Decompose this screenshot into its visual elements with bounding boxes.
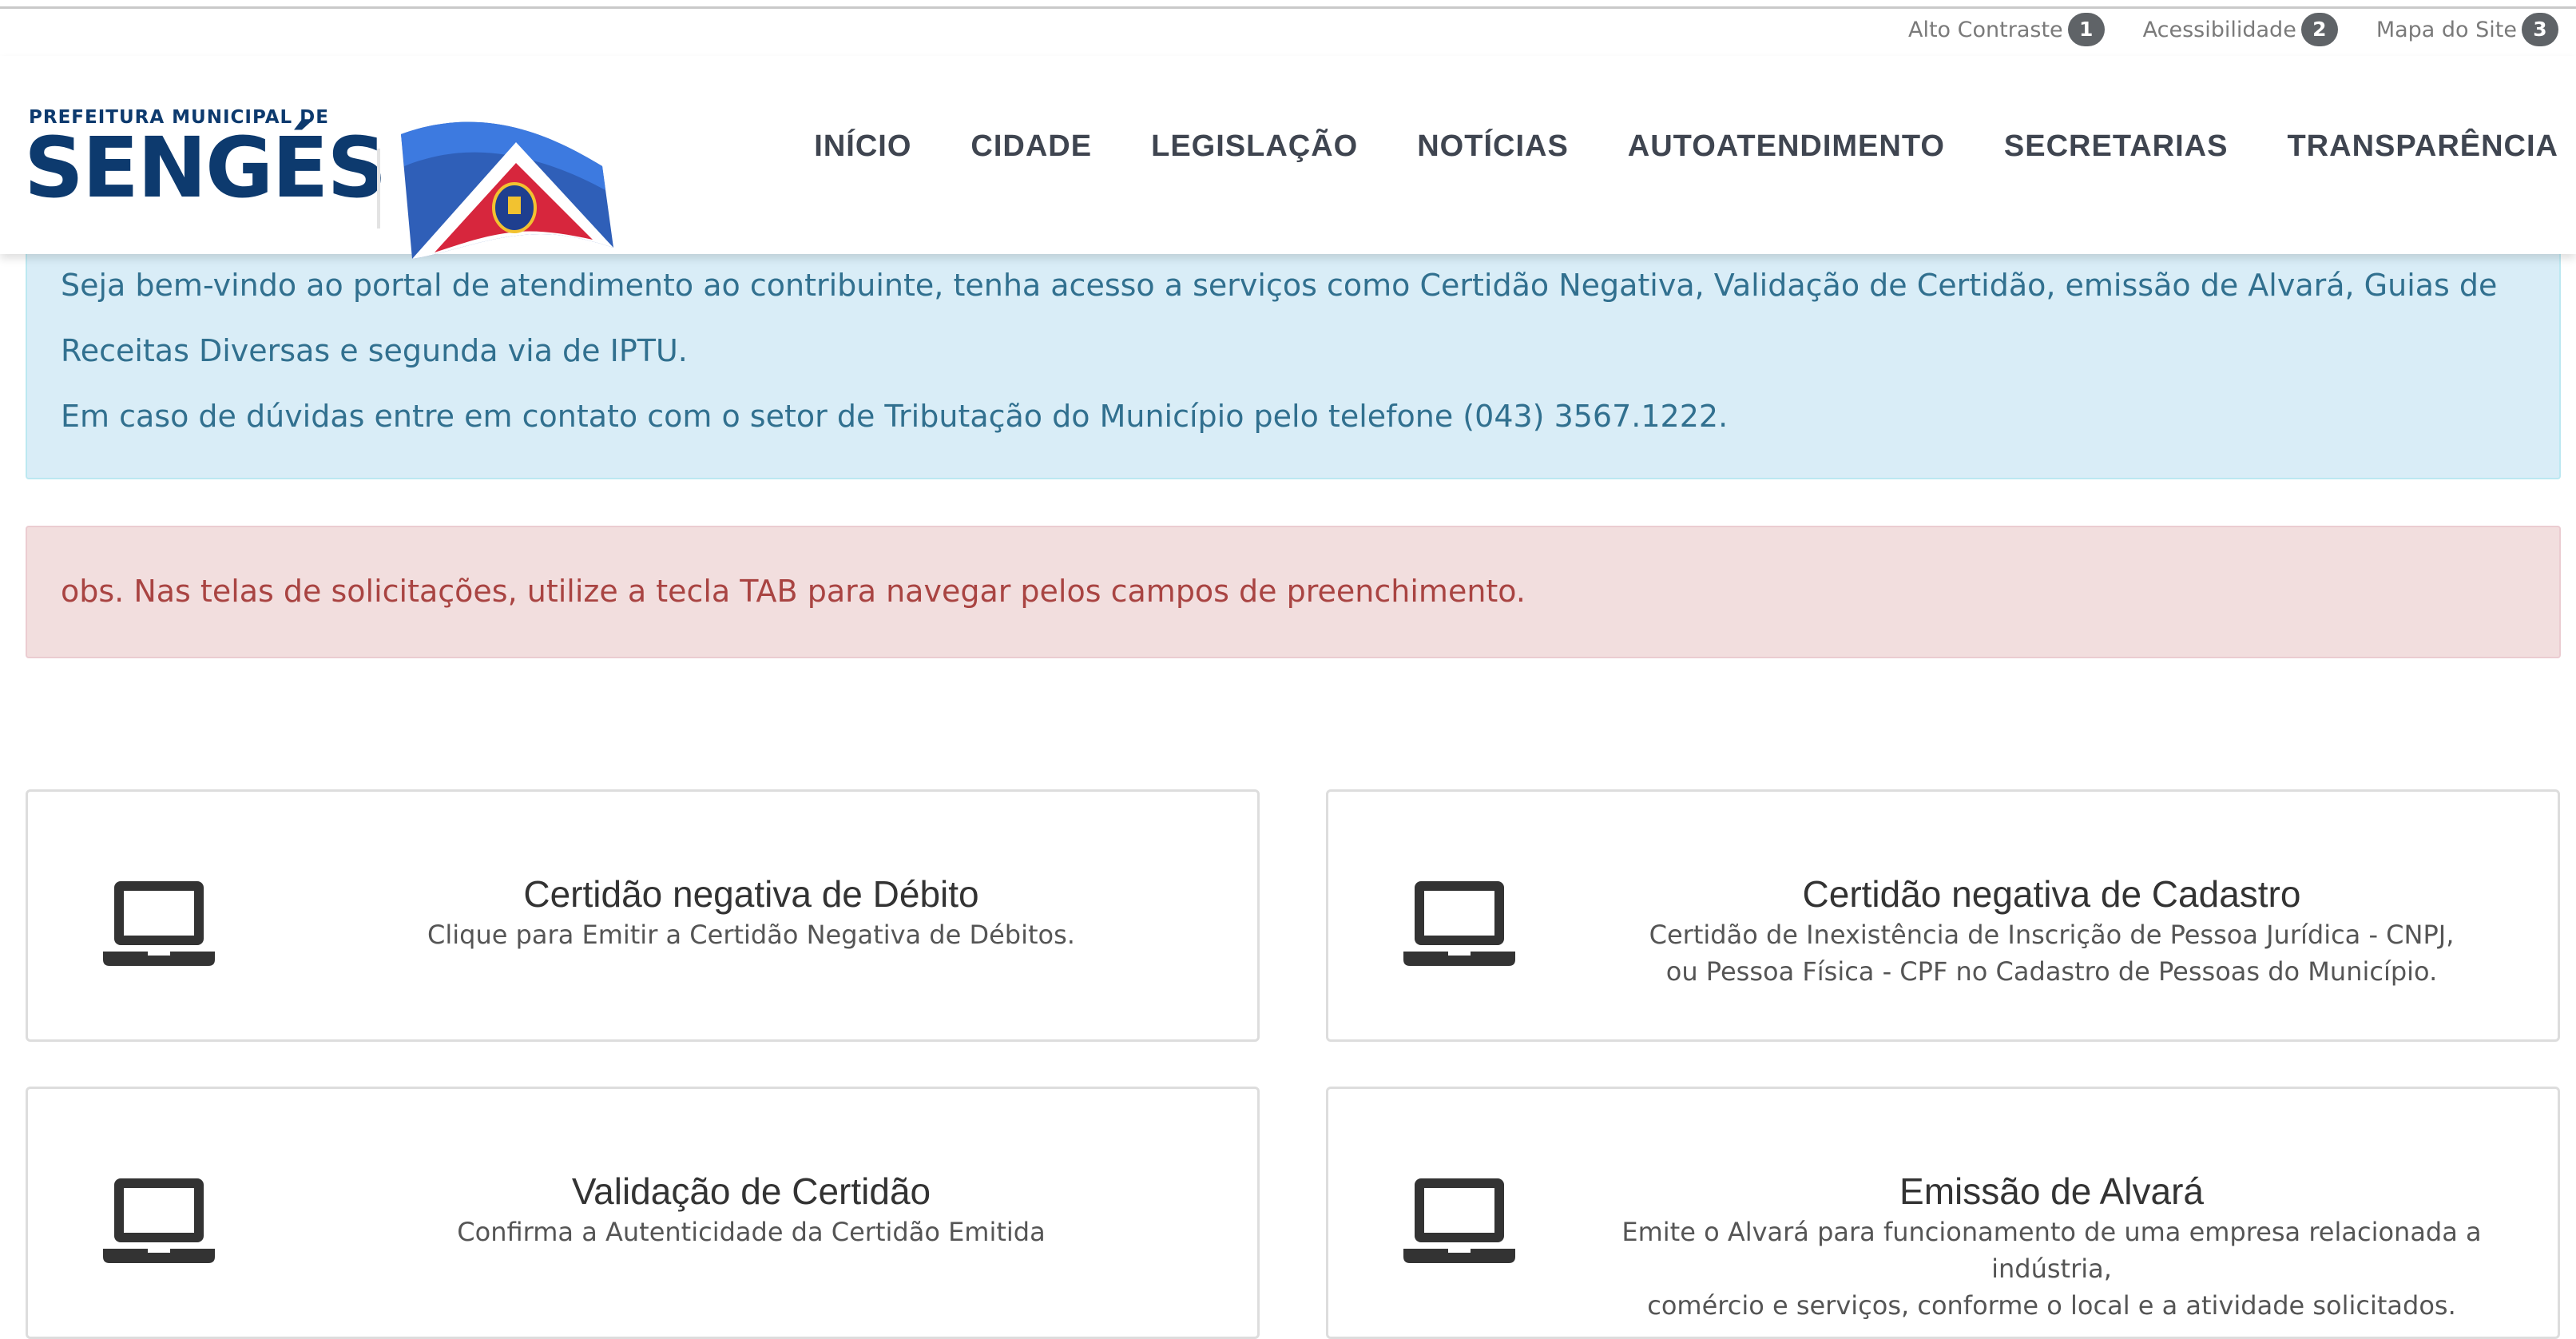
service-card-certidao-cadastro[interactable]: Certidão negativa de Cadastro Certidão d… (1326, 789, 2560, 1042)
service-card-validacao-certidao[interactable]: Validação de Certidão Confirma a Autenti… (26, 1087, 1260, 1339)
site-logo[interactable]: PREFEITURA MUNICIPAL DE SENGÉS (24, 85, 615, 259)
main-nav: INÍCIO CIDADE LEGISLAÇÃO NOTÍCIAS AUTOAT… (814, 129, 2558, 164)
laptop-icon (103, 881, 215, 966)
service-description: Confirma a Autenticidade da Certidão Emi… (457, 1217, 1046, 1247)
laptop-icon (103, 1178, 215, 1263)
tab-navigation-notice: obs. Nas telas de solicitações, utilize … (26, 526, 2561, 658)
site-header: PREFEITURA MUNICIPAL DE SENGÉS INÍCIO CI… (0, 56, 2576, 259)
sitemap-label: Mapa do Site (2376, 17, 2517, 42)
service-description-line-2: ou Pessoa Física - CPF no Cadastro de Pe… (1665, 956, 2438, 987)
accessibility-shortcut-badge: 2 (2300, 13, 2338, 46)
high-contrast-link[interactable]: Alto Contraste 1 (1908, 13, 2105, 46)
service-card-text: Emissão de Alvará Emite o Alvará para fu… (1560, 1169, 2543, 1324)
laptop-icon (1403, 881, 1515, 966)
notice-text: obs. Nas telas de solicitações, utilize … (61, 574, 1526, 609)
nav-item-inicio[interactable]: INÍCIO (814, 129, 911, 164)
service-title: Emissão de Alvará (1899, 1170, 2204, 1212)
laptop-icon (1403, 1178, 1515, 1263)
nav-item-autoatendimento[interactable]: AUTOATENDIMENTO (1628, 129, 1945, 164)
service-title: Certidão negativa de Cadastro (1802, 873, 2301, 915)
service-title: Validação de Certidão (571, 1170, 931, 1212)
welcome-info-alert: Seja bem-vindo ao portal de atendimento … (26, 240, 2561, 479)
welcome-text: Seja bem-vindo ao portal de atendimento … (61, 268, 2498, 368)
logo-divider (377, 149, 380, 228)
top-rule (0, 6, 2576, 9)
service-description: Clique para Emitir a Certidão Negativa d… (427, 920, 1075, 950)
service-description-line-1: Certidão de Inexistência de Inscrição de… (1649, 920, 2455, 950)
accessibility-bar: Alto Contraste 1 Acessibilidade 2 Mapa d… (1908, 13, 2558, 46)
service-card-text: Certidão negativa de Cadastro Certidão d… (1560, 872, 2543, 990)
high-contrast-label: Alto Contraste (1908, 17, 2063, 42)
sitemap-link[interactable]: Mapa do Site 3 (2376, 13, 2558, 46)
accessibility-label: Acessibilidade (2142, 17, 2296, 42)
service-title: Certidão negativa de Débito (523, 873, 979, 915)
contact-text: Em caso de dúvidas entre em contato com … (61, 399, 1729, 434)
page: Alto Contraste 1 Acessibilidade 2 Mapa d… (0, 0, 2576, 1339)
sitemap-shortcut-badge: 3 (2522, 13, 2558, 46)
service-description-line-2: comércio e serviços, conforme o local e … (1647, 1290, 2456, 1321)
nav-item-secretarias[interactable]: SECRETARIAS (2004, 129, 2229, 164)
nav-item-noticias[interactable]: NOTÍCIAS (1417, 129, 1569, 164)
high-contrast-shortcut-badge: 1 (2067, 13, 2105, 46)
service-card-certidao-debito[interactable]: Certidão negativa de Débito Clique para … (26, 789, 1260, 1042)
nav-item-legislacao[interactable]: LEGISLAÇÃO (1151, 129, 1358, 164)
logo-title: SENGÉS (24, 119, 387, 217)
service-card-text: Certidão negativa de Débito Clique para … (260, 872, 1243, 953)
service-card-emissao-alvara[interactable]: Emissão de Alvará Emite o Alvará para fu… (1326, 1087, 2560, 1339)
nav-item-cidade[interactable]: CIDADE (970, 129, 1092, 164)
nav-item-transparencia[interactable]: TRANSPARÊNCIA (2287, 129, 2558, 164)
service-card-text: Validação de Certidão Confirma a Autenti… (260, 1169, 1243, 1250)
municipal-flag-icon (401, 121, 613, 259)
accessibility-link[interactable]: Acessibilidade 2 (2143, 13, 2338, 46)
service-description-line-1: Emite o Alvará para funcionamento de uma… (1621, 1217, 2482, 1284)
